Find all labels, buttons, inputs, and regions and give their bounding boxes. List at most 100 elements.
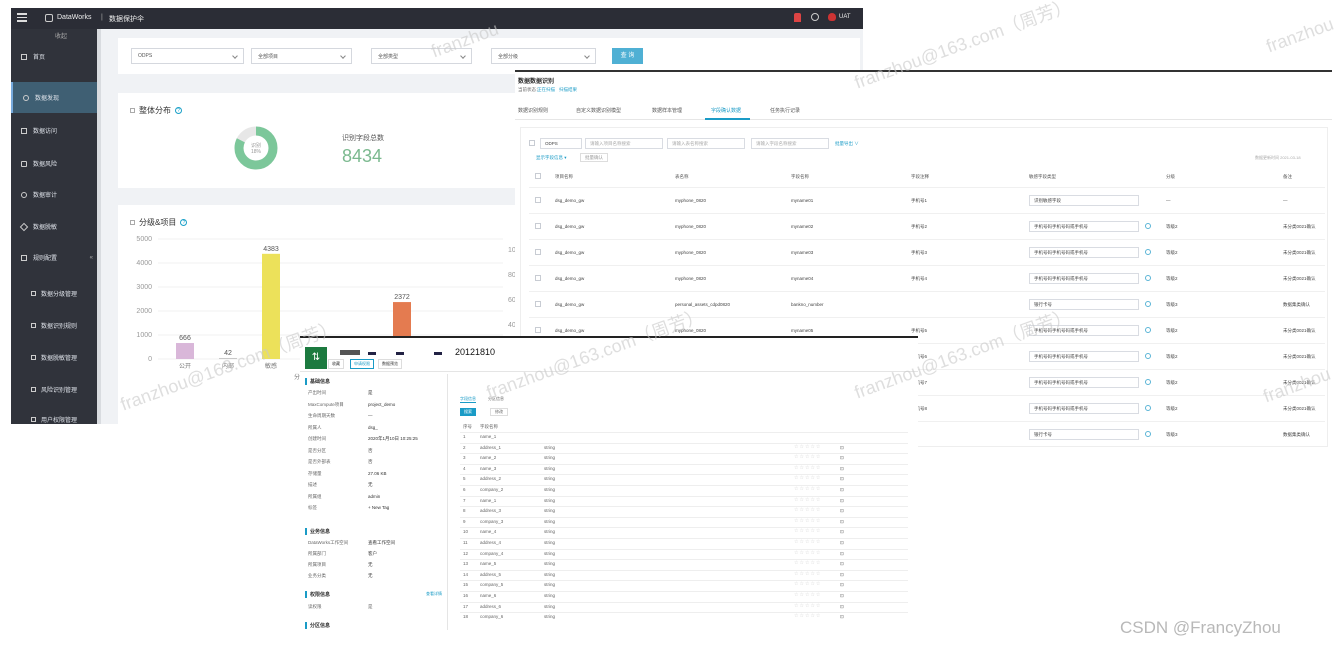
row-checkbox[interactable] xyxy=(535,275,541,281)
export-link[interactable]: 批量导出 ∨ xyxy=(835,141,859,147)
sensitive-type-select[interactable]: 银行卡号 xyxy=(1029,299,1139,310)
sensitive-type-select[interactable]: 银行卡号 xyxy=(1029,429,1139,440)
detail-icon[interactable]: ⊡ xyxy=(840,540,844,546)
sidebar-item-access[interactable]: 数据访问 xyxy=(11,115,97,146)
col-sensitive-type[interactable]: 敏感字段类型 xyxy=(1029,174,1056,180)
detail-icon[interactable]: ⊡ xyxy=(840,582,844,588)
row-checkbox[interactable] xyxy=(535,327,541,333)
col-level[interactable]: 分级 xyxy=(1166,174,1175,180)
search-button[interactable]: 查 询 xyxy=(612,48,643,64)
rating-stars[interactable]: ☆☆☆☆☆ xyxy=(794,560,821,566)
toolbar-checkbox[interactable] xyxy=(529,140,535,146)
detail-icon[interactable]: ⊡ xyxy=(840,508,844,514)
sidebar-sub-users[interactable]: 用户权限管理 xyxy=(31,415,77,424)
select-all-checkbox[interactable] xyxy=(535,173,541,179)
sidebar-item-home[interactable]: 首页 xyxy=(11,41,97,72)
scrollbar[interactable] xyxy=(97,29,101,424)
detail-icon[interactable]: ⊡ xyxy=(840,455,844,461)
settings-icon[interactable] xyxy=(1145,379,1151,385)
col-note[interactable]: 备注 xyxy=(1283,174,1292,180)
edit-button[interactable]: 修改 xyxy=(490,408,508,416)
bell-icon[interactable] xyxy=(794,13,801,22)
rating-stars[interactable]: ☆☆☆☆☆ xyxy=(794,497,821,503)
engine-select[interactable]: ODPS xyxy=(131,48,244,64)
rating-stars[interactable]: ☆☆☆☆☆ xyxy=(794,571,821,577)
rating-stars[interactable]: ☆☆☆☆☆ xyxy=(794,581,821,587)
rating-stars[interactable]: ☆☆☆☆☆ xyxy=(794,454,821,460)
help-icon[interactable]: ? xyxy=(180,219,188,226)
sidebar-sub-risk[interactable]: 风险识别管理 xyxy=(31,385,77,394)
settings-icon[interactable] xyxy=(1145,431,1151,437)
rating-stars[interactable]: ☆☆☆☆☆ xyxy=(794,486,821,492)
rating-stars[interactable]: ☆☆☆☆☆ xyxy=(794,518,821,524)
detail-icon[interactable]: ⊡ xyxy=(840,466,844,472)
rating-stars[interactable]: ☆☆☆☆☆ xyxy=(794,592,821,598)
sensitive-type-select[interactable]: 识别敏感字段 xyxy=(1029,195,1139,206)
project-select[interactable]: 全部项目 xyxy=(251,48,352,64)
sidebar-sub-grading[interactable]: 数据分级管理 xyxy=(31,289,77,298)
detail-icon[interactable]: ⊡ xyxy=(840,551,844,557)
user-avatar-icon[interactable] xyxy=(828,13,836,21)
detail-icon[interactable]: ⊡ xyxy=(840,498,844,504)
tab-rules[interactable]: 数据识别规则 xyxy=(518,107,548,114)
tab-field-info[interactable]: 字段信息 xyxy=(460,396,476,403)
search-icon[interactable] xyxy=(811,13,819,21)
tab-confirm[interactable]: 字段确认数据 xyxy=(711,107,741,114)
type-select[interactable]: 全部类型 xyxy=(371,48,472,64)
detail-icon[interactable]: ⊡ xyxy=(840,561,844,567)
view-detail-link[interactable]: 查看详情 xyxy=(426,591,442,597)
field-search-input[interactable]: 请输入字段名称搜索 xyxy=(751,138,829,149)
sensitive-type-select[interactable]: 手机号码手机号码或手机号 xyxy=(1029,351,1139,362)
sidebar-item-masking[interactable]: 数据脱敏 xyxy=(11,211,97,242)
sensitive-type-select[interactable]: 手机号码手机号码或手机号 xyxy=(1029,273,1139,284)
menu-icon[interactable] xyxy=(17,13,27,23)
rating-stars[interactable]: ☆☆☆☆☆ xyxy=(794,603,821,609)
row-checkbox[interactable] xyxy=(535,223,541,229)
rating-stars[interactable]: ☆☆☆☆☆ xyxy=(794,550,821,556)
tab-custom-model[interactable]: 自定义数据识别模型 xyxy=(576,107,621,114)
settings-icon[interactable] xyxy=(1145,327,1151,333)
settings-icon[interactable] xyxy=(1145,353,1151,359)
sidebar-sub-masking[interactable]: 数据脱敏管理 xyxy=(31,353,77,362)
sensitive-type-select[interactable]: 手机号码手机号码或手机号 xyxy=(1029,247,1139,258)
col-field[interactable]: 字段名称 xyxy=(791,174,809,180)
settings-icon[interactable] xyxy=(1145,405,1151,411)
row-checkbox[interactable] xyxy=(535,197,541,203)
detail-icon[interactable]: ⊡ xyxy=(840,519,844,525)
col-table[interactable]: 表名称 xyxy=(675,174,689,180)
detail-icon[interactable]: ⊡ xyxy=(840,476,844,482)
sidebar-sub-recognition[interactable]: 数据识别规则 xyxy=(31,321,77,330)
row-checkbox[interactable] xyxy=(535,301,541,307)
rating-stars[interactable]: ☆☆☆☆☆ xyxy=(794,465,821,471)
rating-stars[interactable]: ☆☆☆☆☆ xyxy=(794,539,821,545)
tab-history[interactable]: 任务执行记录 xyxy=(770,107,800,114)
rating-stars[interactable]: ☆☆☆☆☆ xyxy=(794,444,821,450)
batch-confirm-button[interactable]: 批量确认 xyxy=(580,153,608,162)
tab-samples[interactable]: 数据样本管理 xyxy=(652,107,682,114)
user-name[interactable]: UAT xyxy=(839,14,851,20)
rating-stars[interactable]: ☆☆☆☆☆ xyxy=(794,507,821,513)
project-search-input[interactable]: 请输入项目名称搜索 xyxy=(585,138,663,149)
detail-icon[interactable]: ⊡ xyxy=(840,614,844,620)
request-permission-button[interactable]: 申请权限 xyxy=(350,359,374,369)
row-checkbox[interactable] xyxy=(535,249,541,255)
sensitive-type-select[interactable]: 手机号码手机号码或手机号 xyxy=(1029,221,1139,232)
search-pill[interactable]: 搜索 xyxy=(460,408,476,416)
detail-icon[interactable]: ⊡ xyxy=(840,445,844,451)
settings-icon[interactable] xyxy=(1145,301,1151,307)
sidebar-item-rules[interactable]: 规则配置 « xyxy=(11,242,97,273)
detail-icon[interactable]: ⊡ xyxy=(840,487,844,493)
rating-stars[interactable]: ☆☆☆☆☆ xyxy=(794,475,821,481)
settings-icon[interactable] xyxy=(1145,275,1151,281)
sidebar-collapse[interactable]: 收起 xyxy=(55,31,67,40)
engine-filter[interactable]: ODPS xyxy=(540,138,582,149)
show-fields-button[interactable]: 显示字段信息 ▾ xyxy=(536,155,567,161)
sensitive-type-select[interactable]: 手机号码手机号码或手机号 xyxy=(1029,403,1139,414)
rating-stars[interactable]: ☆☆☆☆☆ xyxy=(794,613,821,619)
sensitive-type-select[interactable]: 手机号码手机号码或手机号 xyxy=(1029,325,1139,336)
favorite-button[interactable]: 收藏 xyxy=(328,359,344,369)
settings-icon[interactable] xyxy=(1145,249,1151,255)
rating-stars[interactable]: ☆☆☆☆☆ xyxy=(794,528,821,534)
detail-icon[interactable]: ⊡ xyxy=(840,604,844,610)
detail-icon[interactable]: ⊡ xyxy=(840,593,844,599)
